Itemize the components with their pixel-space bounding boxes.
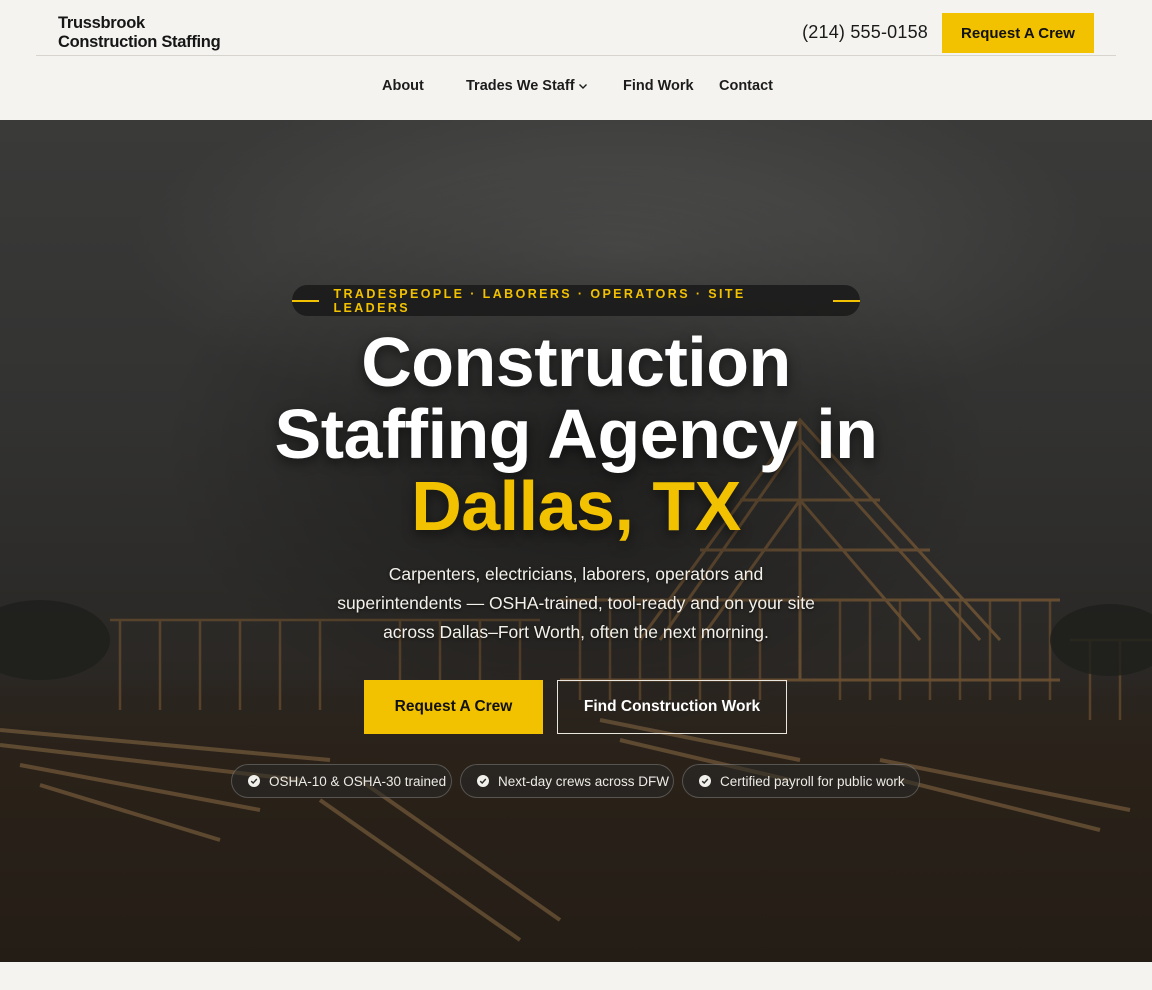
- check-circle-icon: [477, 775, 489, 787]
- badge-label: Certified payroll for public work: [720, 773, 905, 789]
- logo-line-1: Trussbrook: [58, 14, 145, 32]
- nav-item-label: About: [382, 78, 424, 94]
- hero-eyebrow: TRADESPEOPLE · LABORERS · OPERATORS · SI…: [292, 285, 861, 316]
- check-circle-icon: [248, 775, 260, 787]
- check-circle-icon: [699, 775, 711, 787]
- hero-title-line-1: Construction: [361, 323, 791, 401]
- below-hero-section: [0, 962, 1152, 990]
- main-nav: About Trades We Staff Find Work Contact: [0, 78, 1152, 98]
- hero-description: Carpenters, electricians, laborers, oper…: [337, 564, 815, 642]
- nav-item-contact[interactable]: Contact: [719, 78, 773, 94]
- nav-item-label: Contact: [719, 78, 773, 94]
- phone-link[interactable]: (214) 555-0158: [802, 22, 928, 43]
- request-crew-button[interactable]: Request A Crew: [364, 680, 543, 734]
- hero-title: Construction Staffing Agency in Dallas, …: [0, 326, 1152, 542]
- eyebrow-text: TRADESPEOPLE · LABORERS · OPERATORS · SI…: [333, 286, 746, 315]
- nav-item-trades-we-staff[interactable]: Trades We Staff: [466, 78, 588, 94]
- logo-line-2: Construction Staffing: [58, 33, 221, 51]
- hero-section: TRADESPEOPLE · LABORERS · OPERATORS · SI…: [0, 120, 1152, 962]
- nav-item-label: Find Work: [623, 78, 694, 94]
- find-construction-work-button[interactable]: Find Construction Work: [557, 680, 787, 734]
- site-logo[interactable]: Trussbrook Construction Staffing: [58, 14, 221, 52]
- hero-title-line-2: Staffing Agency in: [274, 395, 878, 473]
- site-header: Trussbrook Construction Staffing (214) 5…: [36, 0, 1116, 56]
- nav-item-about[interactable]: About: [382, 78, 424, 94]
- chevron-down-icon: [578, 84, 587, 89]
- badge-label: OSHA-10 & OSHA-30 trained: [269, 773, 447, 789]
- nav-item-label: Trades We Staff: [466, 78, 575, 94]
- nav-item-find-work[interactable]: Find Work: [623, 78, 694, 94]
- badge-osha-trained: OSHA-10 & OSHA-30 trained: [231, 764, 452, 798]
- eyebrow-rule-right: [832, 299, 861, 302]
- badge-label: Next-day crews across DFW: [498, 773, 670, 789]
- badge-next-day-crews: Next-day crews across DFW: [460, 764, 674, 798]
- eyebrow-rule-left: [292, 299, 320, 302]
- hero-title-accent: Dallas, TX: [411, 467, 741, 545]
- badge-certified-payroll: Certified payroll for public work: [682, 764, 920, 798]
- request-crew-header-button[interactable]: Request A Crew: [942, 13, 1094, 53]
